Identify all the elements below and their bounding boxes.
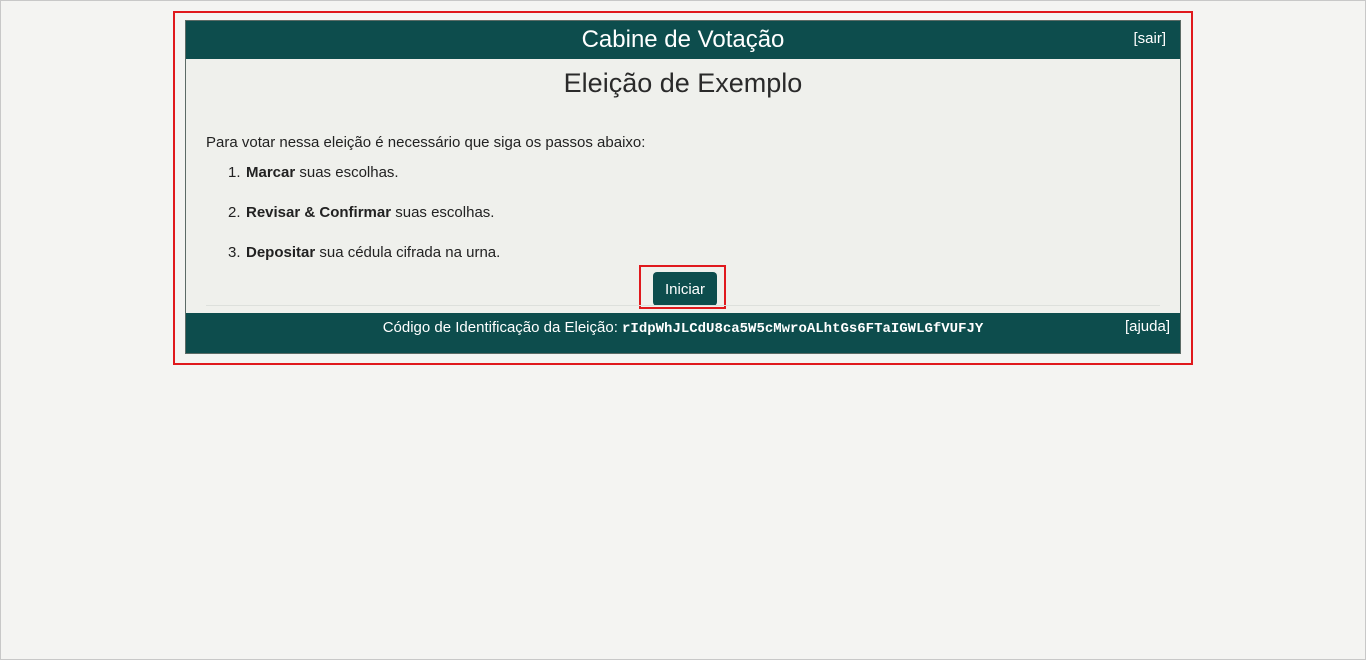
step-number: 1.	[228, 164, 241, 181]
step-text: suas escolhas.	[391, 204, 495, 221]
voting-booth-panel: Cabine de Votação [sair] Eleição de Exem…	[185, 20, 1181, 354]
step-item-mark: 1. Marcar suas escolhas.	[228, 164, 500, 204]
booth-header: Cabine de Votação [sair]	[186, 21, 1180, 59]
divider	[206, 305, 1160, 306]
step-keyword: Revisar & Confirmar	[246, 204, 392, 221]
step-item-review: 2. Revisar & Confirmar suas escolhas.	[228, 204, 500, 244]
step-keyword: Marcar	[246, 164, 296, 181]
step-keyword: Depositar	[246, 244, 316, 261]
election-title: Eleição de Exemplo	[563, 68, 803, 98]
highlight-frame-start: Iniciar	[639, 265, 726, 309]
step-item-deposit: 3. Depositar sua cédula cifrada na urna.	[228, 244, 500, 284]
logout-link[interactable]: [sair]	[1133, 30, 1166, 47]
help-link[interactable]: [ajuda]	[1125, 318, 1170, 335]
start-button[interactable]: Iniciar	[653, 272, 717, 306]
steps-list: 1. Marcar suas escolhas. 2. Revisar & Conf…	[228, 164, 500, 284]
step-number: 2.	[228, 204, 241, 221]
booth-title: Cabine de Votação	[581, 26, 785, 53]
step-text: sua cédula cifrada na urna.	[315, 244, 501, 261]
browser-viewport: Cabine de Votação [sair] Eleição de Exem…	[0, 0, 1366, 660]
instructions-intro: Para votar nessa eleição é necessário qu…	[206, 134, 646, 151]
step-number: 3.	[228, 244, 241, 261]
election-code-value: rIdpWhJLCdU8ca5W5cMwroALhtGs6FTaIGWLGfVU…	[622, 321, 984, 337]
election-code-line: Código de Identificação da Eleição: rIdp…	[186, 319, 1180, 337]
booth-footer: Código de Identificação da Eleição: rIdp…	[186, 313, 1180, 353]
highlight-frame-booth: Cabine de Votação [sair] Eleição de Exem…	[173, 11, 1193, 365]
step-text: suas escolhas.	[295, 164, 399, 181]
election-code-label: Código de Identificação da Eleição:	[382, 319, 623, 336]
